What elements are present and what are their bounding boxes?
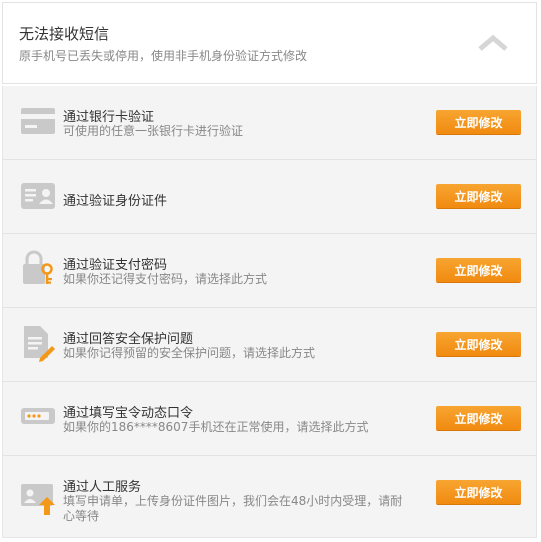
method-desc: 如果你记得预留的安全保护问题，请选择此方式 [63, 346, 316, 360]
modify-button[interactable]: 立即修改 [436, 110, 521, 134]
bank-card-icon [21, 108, 55, 134]
chevron-up-icon[interactable] [478, 33, 508, 53]
method-title: 通过填写宝令动态口令 [63, 406, 194, 421]
method-title: 通过银行卡验证 [63, 110, 155, 125]
method-row-security-question: 通过回答安全保护问题 如果你记得预留的安全保护问题，请选择此方式 立即修改 [3, 308, 536, 382]
method-title: 通过人工服务 [63, 480, 142, 495]
modify-button[interactable]: 立即修改 [436, 480, 521, 504]
modify-button[interactable]: 立即修改 [436, 332, 521, 356]
method-desc: 填写申请单，上传身份证件图片，我们会在48小时内受理，请耐心等待 [63, 494, 403, 523]
sms-unavailable-header[interactable]: 无法接收短信 原手机号已丢失或停用，使用非手机身份验证方式修改 [2, 2, 537, 84]
method-row-payment-password: 通过验证支付密码 如果你还记得支付密码，请选择此方式 立即修改 [3, 234, 536, 308]
modify-button[interactable]: 立即修改 [436, 406, 521, 430]
modify-button[interactable]: 立即修改 [436, 258, 521, 282]
method-title: 通过验证身份证件 [63, 194, 168, 209]
method-list: 通过银行卡验证 可使用的任意一张银行卡进行验证 立即修改 通过验证身份证件 立即… [2, 86, 537, 538]
method-title: 通过回答安全保护问题 [63, 332, 194, 347]
method-desc: 如果你的186****8607手机还在正常使用，请选择此方式 [63, 420, 369, 434]
security-question-icon [24, 326, 55, 362]
modify-button[interactable]: 立即修改 [436, 184, 521, 208]
id-card-icon [21, 183, 55, 209]
method-desc: 可使用的任意一张银行卡进行验证 [63, 124, 244, 138]
method-title: 通过验证支付密码 [63, 258, 168, 273]
manual-upload-icon [21, 484, 55, 515]
method-row-bank-card: 通过银行卡验证 可使用的任意一张银行卡进行验证 立即修改 [3, 86, 536, 160]
header-subtitle: 原手机号已丢失或停用，使用非手机身份验证方式修改 [19, 49, 308, 63]
verification-panel: 无法接收短信 原手机号已丢失或停用，使用非手机身份验证方式修改 通过银行卡验证 … [0, 0, 539, 540]
token-icon [21, 408, 55, 424]
method-desc: 如果你还记得支付密码，请选择此方式 [63, 272, 268, 286]
method-row-manual-service: 通过人工服务 填写申请单，上传身份证件图片，我们会在48小时内受理，请耐心等待 … [3, 456, 536, 536]
header-title: 无法接收短信 [19, 25, 110, 43]
method-row-token: 通过填写宝令动态口令 如果你的186****8607手机还在正常使用，请选择此方… [3, 382, 536, 456]
method-row-id-card: 通过验证身份证件 立即修改 [3, 160, 536, 234]
lock-key-icon [23, 250, 53, 284]
